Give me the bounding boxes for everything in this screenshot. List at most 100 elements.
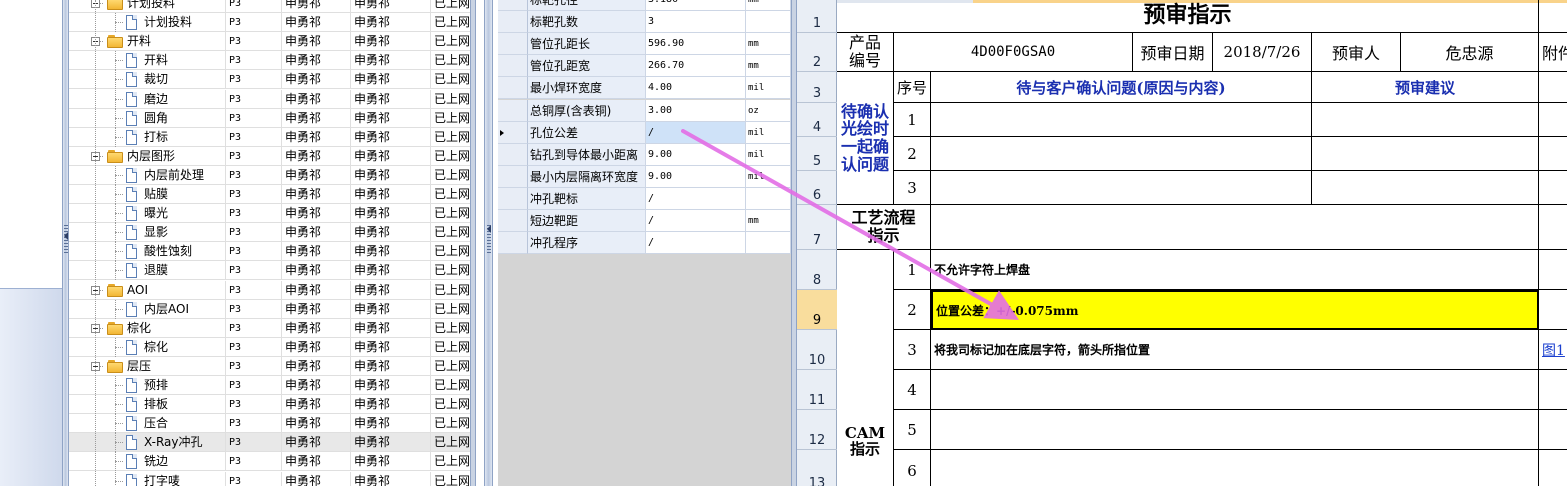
row-header[interactable]: 12 <box>797 410 837 450</box>
cam-instruction[interactable]: 不允许字符上焊盘 <box>931 250 1539 290</box>
middle-splitter[interactable] <box>484 0 493 486</box>
tree-row[interactable]: 预排 P3 申勇祁 申勇祁 已上网 <box>69 376 470 396</box>
pending-advice-cell[interactable] <box>1312 137 1539 171</box>
tree-group-row[interactable]: 计划投料 P3 申勇祁 申勇祁 已上网 <box>69 0 470 14</box>
collapse-middle-icon[interactable] <box>487 225 491 233</box>
tree-group-row[interactable]: AOI P3 申勇祁 申勇祁 已上网 <box>69 280 470 300</box>
parameter-row[interactable]: 管位孔距长 596.90 mm <box>498 33 791 56</box>
pending-question-cell[interactable] <box>931 137 1312 171</box>
level-cell: P3 <box>226 146 282 166</box>
row-header[interactable]: 9 <box>797 290 837 330</box>
parameter-grid[interactable]: 标靶孔径3.180mm标靶孔数3管位孔距长596.90mm管位孔距宽266.70… <box>498 0 791 486</box>
row-indicator[interactable] <box>498 121 528 144</box>
tree-row[interactable]: 排板 P3 申勇祁 申勇祁 已上网 <box>69 395 470 415</box>
row-header[interactable]: 2 <box>797 33 837 72</box>
tree-row[interactable]: 开料 P3 申勇祁 申勇祁 已上网 <box>69 51 470 71</box>
row-header[interactable]: 10 <box>797 330 837 370</box>
row-indicator[interactable] <box>498 143 528 166</box>
tree-row[interactable]: 曝光 P3 申勇祁 申勇祁 已上网 <box>69 204 470 224</box>
parameter-row[interactable]: 钻孔到导体最小距离 9.00 mil <box>498 143 791 166</box>
parameter-value[interactable]: 4.00 <box>646 77 746 100</box>
row-indicator[interactable] <box>498 99 528 122</box>
parameter-row[interactable]: 冲孔靶标 / <box>498 187 791 210</box>
cam-instruction[interactable] <box>931 370 1539 410</box>
tree-row[interactable]: 打标 P3 申勇祁 申勇祁 已上网 <box>69 127 470 147</box>
tree-group-row[interactable]: 内层图形 P3 申勇祁 申勇祁 已上网 <box>69 146 470 166</box>
parameter-row[interactable]: 标靶孔数 3 <box>498 11 791 34</box>
tree-row[interactable]: 贴膜 P3 申勇祁 申勇祁 已上网 <box>69 185 470 205</box>
cam-instruction[interactable]: 将我司标记加在底层字符，箭头所指位置 <box>931 330 1539 370</box>
row-header[interactable]: 6 <box>797 171 837 205</box>
pending-advice-cell[interactable] <box>1312 171 1539 205</box>
level-cell: P3 <box>226 185 282 204</box>
tree-row[interactable]: 内层前处理 P3 申勇祁 申勇祁 已上网 <box>69 165 470 185</box>
tree-row[interactable]: 计划投料 P3 申勇祁 申勇祁 已上网 <box>69 13 470 33</box>
parameter-row[interactable]: 最小焊环宽度 4.00 mil <box>498 77 791 100</box>
process-tree-grid[interactable]: 计划投料 P3 申勇祁 申勇祁 已上网 计划投料 P3 申勇祁 申勇祁 已上网 开料 P3 申勇祁 申勇祁… <box>69 0 470 486</box>
cam-instruction[interactable] <box>931 410 1539 450</box>
row-header[interactable]: 5 <box>797 137 837 171</box>
parameter-value[interactable]: / <box>646 121 746 144</box>
tree-row[interactable]: 显影 P3 申勇祁 申勇祁 已上网 <box>69 223 470 243</box>
row-header[interactable]: 4 <box>797 103 837 137</box>
row-header[interactable]: 13 <box>797 450 837 486</box>
row-indicator[interactable] <box>498 55 528 78</box>
row-header[interactable]: 1 <box>797 0 837 33</box>
tree-row[interactable]: 内层AOI P3 申勇祁 申勇祁 已上网 <box>69 299 470 319</box>
process-cell[interactable] <box>931 205 1539 250</box>
parameter-value[interactable]: 3.180 <box>646 0 746 11</box>
tree-row[interactable]: 铣边 P3 申勇祁 申勇祁 已上网 <box>69 452 470 472</box>
row-indicator[interactable] <box>498 77 528 100</box>
row-indicator[interactable] <box>498 0 528 11</box>
row-indicator[interactable] <box>498 11 528 34</box>
parameter-row[interactable]: 短边靶距 / mm <box>498 210 791 232</box>
tree-row[interactable]: 裁切 P3 申勇祁 申勇祁 已上网 <box>69 70 470 90</box>
tree-row[interactable]: 酸性蚀刻 P3 申勇祁 申勇祁 已上网 <box>69 242 470 262</box>
figure-link[interactable]: 图1 <box>1542 340 1565 360</box>
row-header[interactable]: 3 <box>797 72 837 103</box>
parameter-value[interactable]: / <box>646 210 746 232</box>
row-indicator[interactable] <box>498 187 528 210</box>
tree-group-row[interactable]: 开料 P3 申勇祁 申勇祁 已上网 <box>69 32 470 52</box>
tree-row[interactable]: 圆角 P3 申勇祁 申勇祁 已上网 <box>69 108 470 128</box>
row-indicator[interactable] <box>498 33 528 56</box>
row-header[interactable]: 11 <box>797 370 837 410</box>
collapse-left-icon[interactable] <box>64 232 68 240</box>
parameter-value[interactable]: 266.70 <box>646 55 746 78</box>
tree-row[interactable]: X-Ray冲孔 P3 申勇祁 申勇祁 已上网 <box>69 433 470 453</box>
left-splitter[interactable] <box>62 0 69 486</box>
pending-question-cell[interactable] <box>931 103 1312 137</box>
cam-instruction[interactable]: 位置公差：+/-0.075mm <box>931 290 1539 330</box>
row-indicator[interactable] <box>498 165 528 188</box>
tree-group-row[interactable]: 层压 P3 申勇祁 申勇祁 已上网 <box>69 356 470 376</box>
tree-scrollbar[interactable] <box>470 0 476 486</box>
row-indicator[interactable] <box>498 232 528 255</box>
parameter-row[interactable]: 标靶孔径3.180mm <box>498 0 791 11</box>
parameter-row[interactable]: 管位孔距宽 266.70 mm <box>498 55 791 78</box>
tree-row[interactable]: 压合 P3 申勇祁 申勇祁 已上网 <box>69 414 470 434</box>
parameter-row[interactable]: 最小内层隔离环宽度 9.00 mil <box>498 165 791 188</box>
row-indicator[interactable] <box>498 210 528 232</box>
pre-review-spreadsheet[interactable]: 1 2 3 4 5 6 7 8 9 10 11 12 13 预审指示 产品编号 4D00F0GSA0 预审日期… <box>797 0 1567 486</box>
tree-row[interactable]: 打字唛 P3 申勇祁 申勇祁 已上网 <box>69 471 470 486</box>
tree-row[interactable]: 退膜 P3 申勇祁 申勇祁 已上网 <box>69 261 470 281</box>
parameter-row[interactable]: 冲孔程序 / <box>498 232 791 255</box>
parameter-value[interactable]: 9.00 <box>646 143 746 166</box>
parameter-value[interactable]: / <box>646 187 746 210</box>
parameter-value[interactable]: / <box>646 232 746 255</box>
pending-advice-cell[interactable] <box>1312 103 1539 137</box>
cam-instruction[interactable] <box>931 450 1539 486</box>
parameter-value[interactable]: 3 <box>646 11 746 34</box>
tree-row[interactable]: 棕化 P3 申勇祁 申勇祁 已上网 <box>69 337 470 357</box>
row-header[interactable]: 7 <box>797 205 837 250</box>
parameter-row[interactable]: 孔位公差 / mil <box>498 121 791 144</box>
parameter-value[interactable]: 596.90 <box>646 33 746 56</box>
tree-group-row[interactable]: 棕化 P3 申勇祁 申勇祁 已上网 <box>69 318 470 338</box>
tree-row[interactable]: 磨边 P3 申勇祁 申勇祁 已上网 <box>69 89 470 109</box>
pending-question-cell[interactable] <box>931 171 1312 205</box>
tree-connector <box>115 423 123 425</box>
parameter-value[interactable]: 9.00 <box>646 165 746 188</box>
parameter-value[interactable]: 3.00 <box>646 99 746 122</box>
row-header[interactable]: 8 <box>797 250 837 290</box>
parameter-row[interactable]: 总铜厚(含表铜) 3.00 oz <box>498 99 791 122</box>
